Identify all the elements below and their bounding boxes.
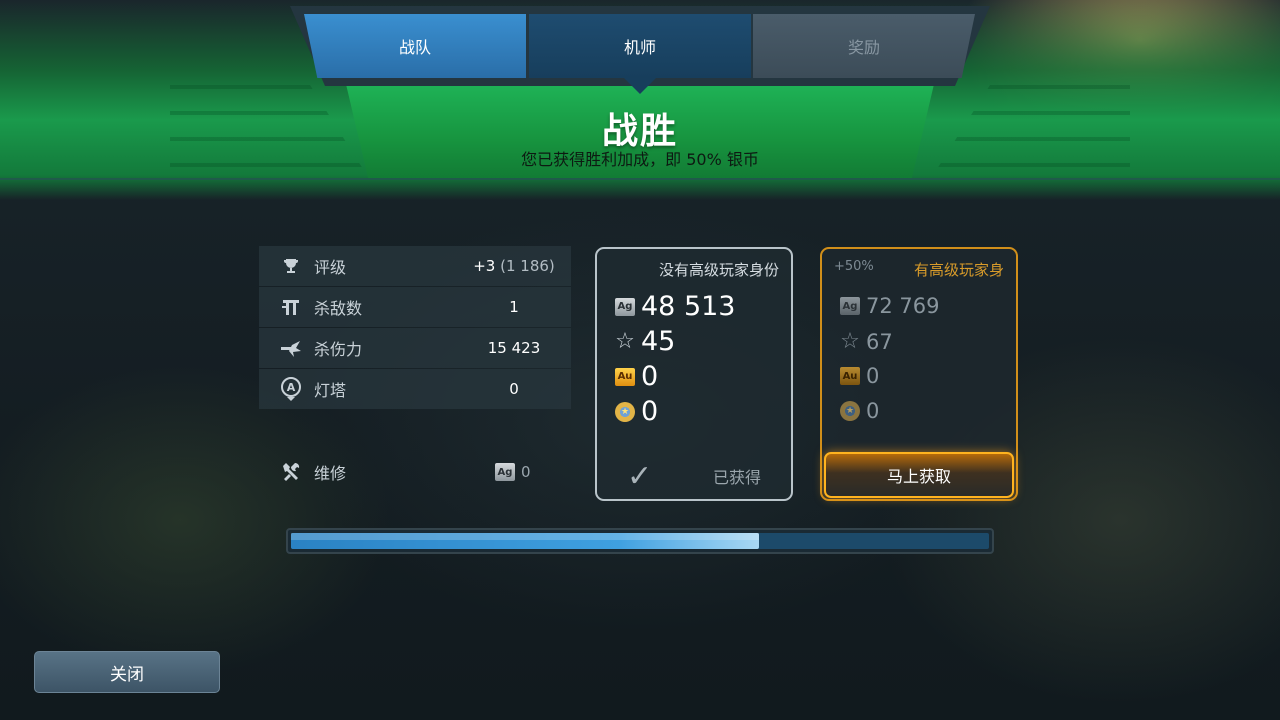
star-icon: ☆ bbox=[840, 329, 860, 354]
repair-label: 维修 bbox=[314, 464, 347, 483]
stat-label: 杀伤力 bbox=[314, 340, 363, 359]
rating-total: (1 186) bbox=[500, 257, 555, 275]
stat-label: 杀敌数 bbox=[314, 299, 363, 318]
repair-value: 0 bbox=[521, 463, 531, 481]
stat-label: 评级 bbox=[314, 258, 347, 277]
premium-rewards-header: +50% 有高级玩家身 bbox=[834, 259, 1004, 280]
silver-coin-icon: Ag bbox=[615, 297, 635, 316]
gold-coin-icon: Au bbox=[615, 367, 635, 386]
stat-value: 0 bbox=[509, 380, 519, 398]
tab-team-label: 战队 bbox=[398, 38, 431, 57]
battle-stats-panel: 评级 +3 (1 186) 杀敌数 1 杀伤力 15 423 A 灯塔 0 bbox=[259, 246, 571, 410]
earned-status: 已获得 bbox=[713, 468, 762, 487]
stat-value: 1 bbox=[509, 298, 519, 316]
checkmark-icon: ✓ bbox=[627, 459, 653, 494]
gold-reward: Au 0 bbox=[615, 361, 658, 392]
tab-rewards[interactable]: 奖励 bbox=[753, 14, 975, 78]
medal-icon: ★ bbox=[840, 401, 860, 421]
basic-rewards-title: 没有高级玩家身份 bbox=[658, 261, 779, 279]
medals-reward: ★ 0 bbox=[615, 396, 658, 427]
trophy-icon bbox=[279, 254, 303, 278]
experience-progress-bar bbox=[286, 528, 994, 554]
damage-icon bbox=[279, 336, 303, 360]
medals-amount: 0 bbox=[866, 399, 880, 423]
result-subtitle: 您已获得胜利加成，即 50% 银币 bbox=[521, 150, 759, 169]
stat-row-beacon: A 灯塔 0 bbox=[259, 369, 571, 409]
stars-reward: ☆ 45 bbox=[615, 326, 675, 357]
tab-pilot[interactable]: 机师 bbox=[529, 14, 751, 78]
medals-amount: 0 bbox=[641, 396, 659, 427]
premium-bonus: +50% bbox=[834, 259, 874, 274]
repair-row: 维修 Ag 0 bbox=[259, 452, 571, 492]
rating-delta: +3 bbox=[473, 257, 496, 275]
stat-value: 15 423 bbox=[487, 339, 541, 357]
stars-amount: 67 bbox=[866, 329, 893, 354]
progress-fill bbox=[291, 533, 759, 549]
stat-row-rating: 评级 +3 (1 186) bbox=[259, 246, 571, 286]
basic-rewards-box: 没有高级玩家身份 Ag 48 513 ☆ 45 Au 0 ★ 0 ✓ 已获得 bbox=[595, 247, 793, 501]
tab-team[interactable]: 战队 bbox=[304, 14, 526, 78]
beacon-icon: A bbox=[279, 377, 303, 401]
silver-coin-icon: Ag bbox=[495, 463, 515, 481]
repair-tools-icon bbox=[279, 460, 303, 484]
tab-pilot-label: 机师 bbox=[623, 38, 656, 57]
silver-reward: Ag 48 513 bbox=[615, 291, 735, 322]
silver-amount: 48 513 bbox=[641, 291, 736, 322]
gold-amount: 0 bbox=[866, 364, 880, 388]
gold-amount: 0 bbox=[641, 361, 659, 392]
stat-row-kills: 杀敌数 1 bbox=[259, 287, 571, 327]
medal-icon: ★ bbox=[615, 401, 635, 422]
silver-coin-icon: Ag bbox=[840, 297, 860, 315]
tab-rewards-label: 奖励 bbox=[847, 38, 880, 57]
stat-label: 灯塔 bbox=[314, 381, 347, 400]
get-premium-button[interactable]: 马上获取 bbox=[824, 452, 1014, 498]
star-icon: ☆ bbox=[615, 329, 635, 354]
stat-value: +3 (1 186) bbox=[459, 257, 569, 275]
stat-row-damage: 杀伤力 15 423 bbox=[259, 328, 571, 368]
stars-amount: 45 bbox=[641, 326, 676, 357]
basic-rewards-header: 没有高级玩家身份 bbox=[609, 259, 779, 280]
stars-reward: ☆ 67 bbox=[840, 329, 893, 354]
premium-rewards-title: 有高级玩家身 bbox=[913, 261, 1004, 279]
medals-reward: ★ 0 bbox=[840, 399, 879, 423]
silver-reward: Ag 72 769 bbox=[840, 294, 939, 318]
close-button[interactable]: 关闭 bbox=[34, 651, 220, 693]
close-button-label: 关闭 bbox=[110, 664, 144, 685]
gold-reward: Au 0 bbox=[840, 364, 879, 388]
kills-icon bbox=[279, 295, 303, 319]
svg-text:A: A bbox=[287, 381, 296, 394]
gold-coin-icon: Au bbox=[840, 367, 860, 385]
active-tab-indicator bbox=[624, 78, 656, 94]
silver-amount: 72 769 bbox=[866, 294, 940, 318]
repair-cost: Ag 0 bbox=[495, 463, 531, 481]
get-premium-label: 马上获取 bbox=[886, 467, 951, 486]
banner-divider bbox=[0, 178, 1280, 180]
